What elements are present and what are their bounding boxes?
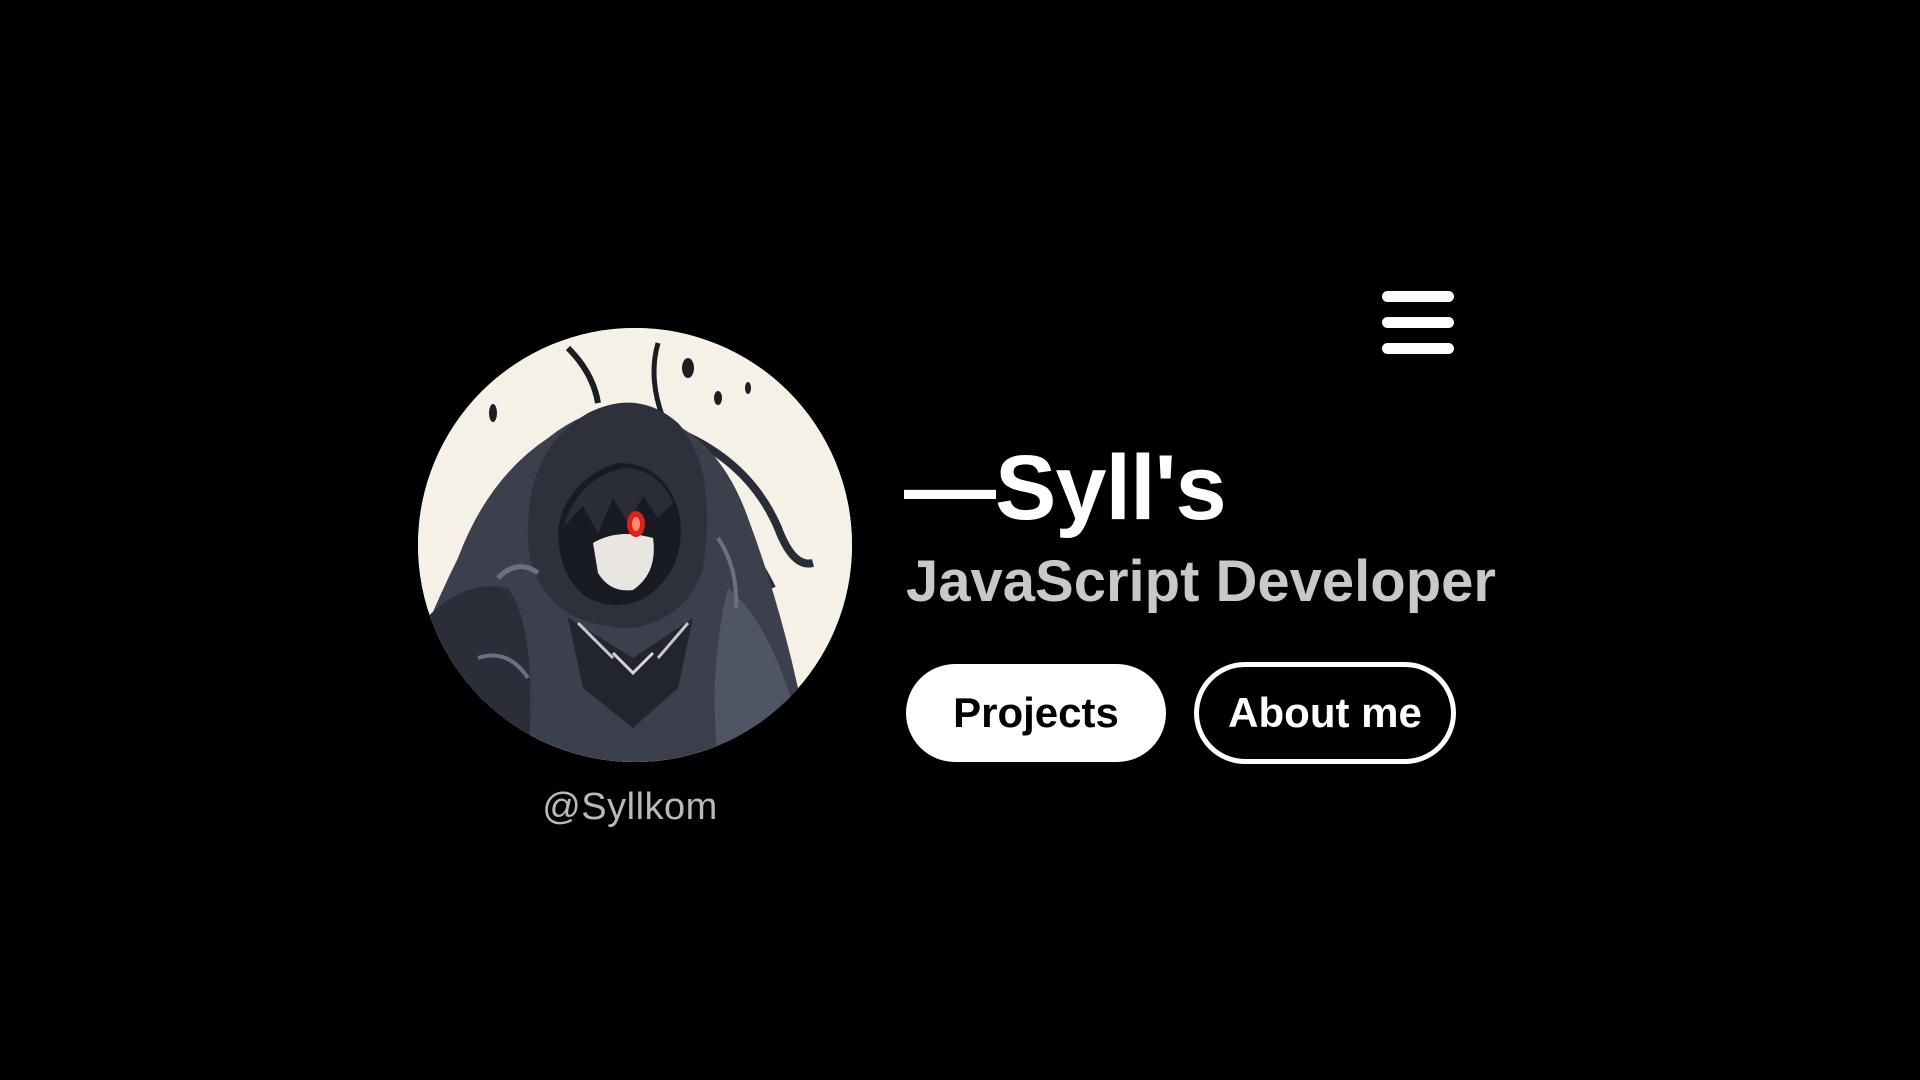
username-handle: @Syllkom — [542, 786, 718, 828]
about-me-button[interactable]: About me — [1194, 662, 1456, 764]
avatar — [418, 328, 852, 762]
projects-button[interactable]: Projects — [906, 664, 1166, 762]
hooded-character-illustration — [418, 328, 852, 762]
profile-page: @Syllkom —Syll's JavaScript Developer Pr… — [0, 0, 1920, 1080]
menu-button[interactable] — [1378, 288, 1458, 358]
profile-name: —Syll's — [904, 437, 1227, 539]
profile-role: JavaScript Developer — [906, 549, 1496, 614]
